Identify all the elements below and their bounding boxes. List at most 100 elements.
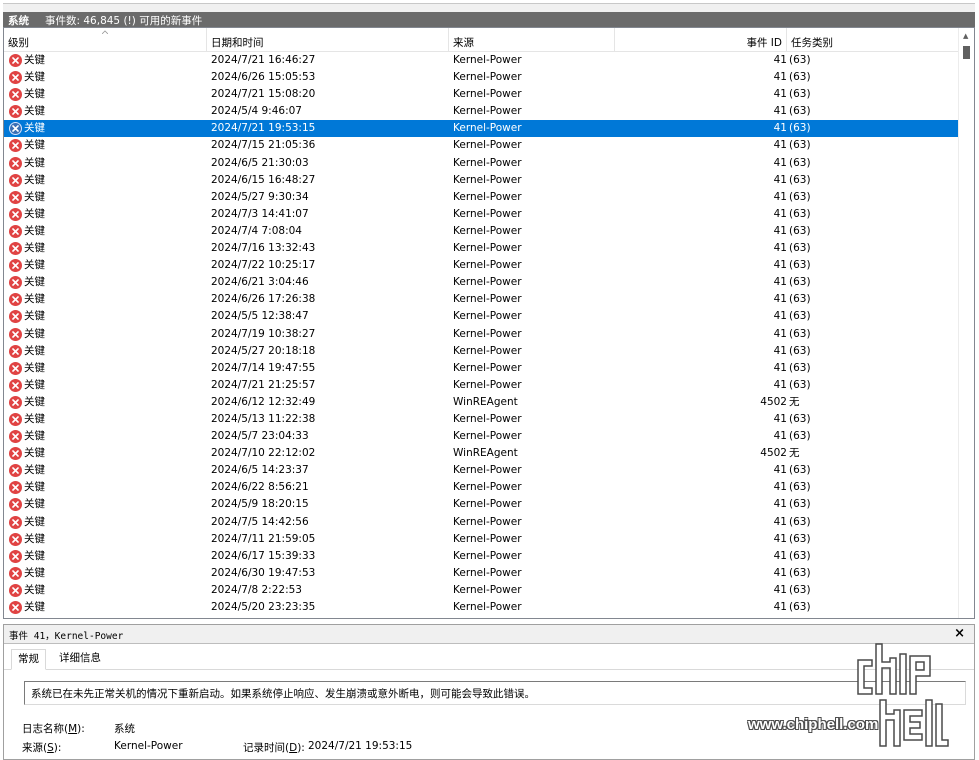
source-cell: Kernel-Power	[453, 566, 522, 579]
task-cell: (63)	[789, 156, 811, 169]
task-cell: (63)	[789, 378, 811, 391]
level-label: 关键	[24, 122, 45, 135]
task-cell: (63)	[789, 412, 811, 425]
table-row[interactable]: 关键 2024/7/10 22:12:02 WinREAgent 4502 无	[4, 445, 958, 462]
level-label: 关键	[24, 412, 45, 425]
event-id-cell: 41	[773, 327, 787, 340]
event-id-cell: 41	[773, 515, 787, 528]
table-row[interactable]: 关键 2024/7/5 14:42:56 Kernel-Power 41 (63)	[4, 514, 958, 531]
table-row[interactable]: 关键 2024/7/15 21:05:36 Kernel-Power 41 (63)	[4, 137, 958, 154]
critical-error-icon	[9, 430, 22, 444]
event-detail-pane: 事件 41，Kernel-Power × 常规 详细信息 系统已在未先正常关机的…	[3, 624, 975, 760]
date-cell: 2024/6/26 15:05:53	[211, 71, 316, 84]
source-value: Kernel-Power	[114, 740, 183, 752]
level-label: 关键	[24, 532, 45, 545]
table-row[interactable]: 关键 2024/6/5 14:23:37 Kernel-Power 41 (63)	[4, 462, 958, 479]
table-row[interactable]: 关键 2024/6/15 16:48:27 Kernel-Power 41 (63)	[4, 172, 958, 189]
event-id-cell: 41	[773, 464, 787, 477]
table-row[interactable]: 关键 2024/7/21 16:46:27 Kernel-Power 41 (63)	[4, 52, 958, 69]
event-viewer: 系统 事件数: 46,845 (!) 可用的新事件 级别 日期和时间 来源 事件…	[0, 0, 979, 760]
table-row[interactable]: 关键 2024/6/22 8:56:21 Kernel-Power 41 (63)	[4, 479, 958, 496]
level-label: 关键	[24, 481, 45, 494]
table-row[interactable]: 关键 2024/7/8 2:22:53 Kernel-Power 41 (63)	[4, 582, 958, 599]
table-row[interactable]: 关键 2024/5/13 11:22:38 Kernel-Power 41 (63)	[4, 411, 958, 428]
critical-error-icon	[9, 327, 22, 341]
level-label: 关键	[24, 566, 45, 579]
level-cell: 关键	[9, 52, 45, 69]
scroll-up-icon[interactable]: ▲	[963, 32, 968, 40]
table-row[interactable]: 关键 2024/7/21 21:25:57 Kernel-Power 41 (63)	[4, 377, 958, 394]
level-label: 关键	[24, 464, 45, 477]
table-row[interactable]: 关键 2024/6/5 21:30:03 Kernel-Power 41 (63)	[4, 155, 958, 172]
level-cell: 关键	[9, 565, 45, 582]
level-cell: 关键	[9, 206, 45, 223]
table-row[interactable]: 关键 2024/7/21 19:53:15 Kernel-Power 41 (63)	[4, 120, 958, 138]
event-id-cell: 41	[773, 583, 787, 596]
table-row[interactable]: 关键 2024/6/26 17:26:38 Kernel-Power 41 (63)	[4, 291, 958, 308]
close-icon[interactable]: ×	[954, 626, 965, 641]
table-row[interactable]: 关键 2024/5/7 23:04:33 Kernel-Power 41 (63)	[4, 428, 958, 445]
source-cell: Kernel-Power	[453, 464, 522, 477]
tab-general[interactable]: 常规	[11, 649, 46, 670]
table-row[interactable]: 关键 2024/5/9 18:20:15 Kernel-Power 41 (63)	[4, 496, 958, 513]
table-row[interactable]: 关键 2024/7/22 10:25:17 Kernel-Power 41 (63)	[4, 257, 958, 274]
date-cell: 2024/7/22 10:25:17	[211, 259, 316, 272]
event-id-cell: 41	[773, 549, 787, 562]
task-cell: (63)	[789, 54, 811, 66]
level-label: 关键	[24, 190, 45, 203]
critical-error-icon	[9, 88, 22, 102]
scroll-thumb[interactable]	[963, 46, 970, 59]
table-row[interactable]: 关键 2024/5/27 9:30:34 Kernel-Power 41 (63)	[4, 189, 958, 206]
column-header-date[interactable]: 日期和时间	[207, 28, 449, 52]
column-header-task[interactable]: 任务类别	[787, 28, 958, 52]
table-row[interactable]: 关键 2024/6/21 3:04:46 Kernel-Power 41 (63)	[4, 274, 958, 291]
date-cell: 2024/7/10 22:12:02	[211, 447, 316, 460]
critical-error-icon	[9, 378, 22, 392]
tab-details[interactable]: 详细信息	[53, 649, 107, 670]
table-row[interactable]: 关键 2024/6/30 19:47:53 Kernel-Power 41 (63)	[4, 565, 958, 582]
vertical-scrollbar[interactable]: ▲	[958, 28, 974, 618]
source-cell: Kernel-Power	[453, 361, 522, 374]
task-cell: (63)	[789, 515, 811, 528]
level-label: 关键	[24, 327, 45, 340]
table-row[interactable]: 关键 2024/5/20 23:23:35 Kernel-Power 41 (63)	[4, 599, 958, 616]
table-row[interactable]: 关键 2024/7/4 7:08:04 Kernel-Power 41 (63)	[4, 223, 958, 240]
table-row[interactable]: 关键 2024/7/16 13:32:43 Kernel-Power 41 (63)	[4, 240, 958, 257]
critical-error-icon	[9, 190, 22, 204]
table-row[interactable]: 关键 2024/7/3 14:41:07 Kernel-Power 41 (63)	[4, 206, 958, 223]
event-id-cell: 41	[773, 430, 787, 443]
table-row[interactable]: 关键 2024/7/19 10:38:27 Kernel-Power 41 (63)	[4, 326, 958, 343]
event-message-box[interactable]: 系统已在未先正常关机的情况下重新启动。如果系统停止响应、发生崩溃或意外断电，则可…	[24, 681, 966, 705]
critical-error-icon	[9, 173, 22, 187]
source-cell: WinREAgent	[453, 395, 518, 408]
level-cell: 关键	[9, 343, 45, 360]
date-cell: 2024/7/21 15:08:20	[211, 88, 316, 101]
column-header-source[interactable]: 来源	[449, 28, 615, 52]
level-cell: 关键	[9, 531, 45, 548]
detail-title: 事件 41，Kernel-Power	[9, 631, 124, 642]
table-row[interactable]: 关键 2024/7/11 21:59:05 Kernel-Power 41 (63)	[4, 531, 958, 548]
event-id-cell: 41	[773, 498, 787, 511]
critical-error-icon	[9, 361, 22, 375]
table-row[interactable]: 关键 2024/5/27 20:18:18 Kernel-Power 41 (63)	[4, 343, 958, 360]
table-row[interactable]: 关键 2024/6/12 12:32:49 WinREAgent 4502 无	[4, 394, 958, 411]
level-cell: 关键	[9, 479, 45, 496]
source-cell: Kernel-Power	[453, 344, 522, 357]
table-row[interactable]: 关键 2024/6/17 15:39:33 Kernel-Power 41 (63)	[4, 548, 958, 565]
source-cell: Kernel-Power	[453, 310, 522, 323]
event-id-cell: 41	[773, 105, 787, 118]
sort-arrow-icon	[102, 30, 108, 34]
table-row[interactable]: 关键 2024/6/26 15:05:53 Kernel-Power 41 (63)	[4, 69, 958, 86]
event-list[interactable]: 级别 日期和时间 来源 事件 ID 任务类别 关键 2024/7/21 16:46…	[3, 27, 975, 619]
log-header-bar: 系统 事件数: 46,845 (!) 可用的新事件	[3, 3, 975, 28]
column-header-event-id[interactable]: 事件 ID	[615, 28, 787, 52]
task-cell: (63)	[789, 293, 811, 306]
table-row[interactable]: 关键 2024/7/14 19:47:55 Kernel-Power 41 (63)	[4, 360, 958, 377]
level-label: 关键	[24, 207, 45, 220]
level-cell: 关键	[9, 240, 45, 257]
critical-error-icon	[9, 293, 22, 307]
table-row[interactable]: 关键 2024/5/5 12:38:47 Kernel-Power 41 (63)	[4, 308, 958, 325]
level-label: 关键	[24, 139, 45, 152]
table-row[interactable]: 关键 2024/7/21 15:08:20 Kernel-Power 41 (63)	[4, 86, 958, 103]
table-row[interactable]: 关键 2024/5/4 9:46:07 Kernel-Power 41 (63)	[4, 103, 958, 120]
